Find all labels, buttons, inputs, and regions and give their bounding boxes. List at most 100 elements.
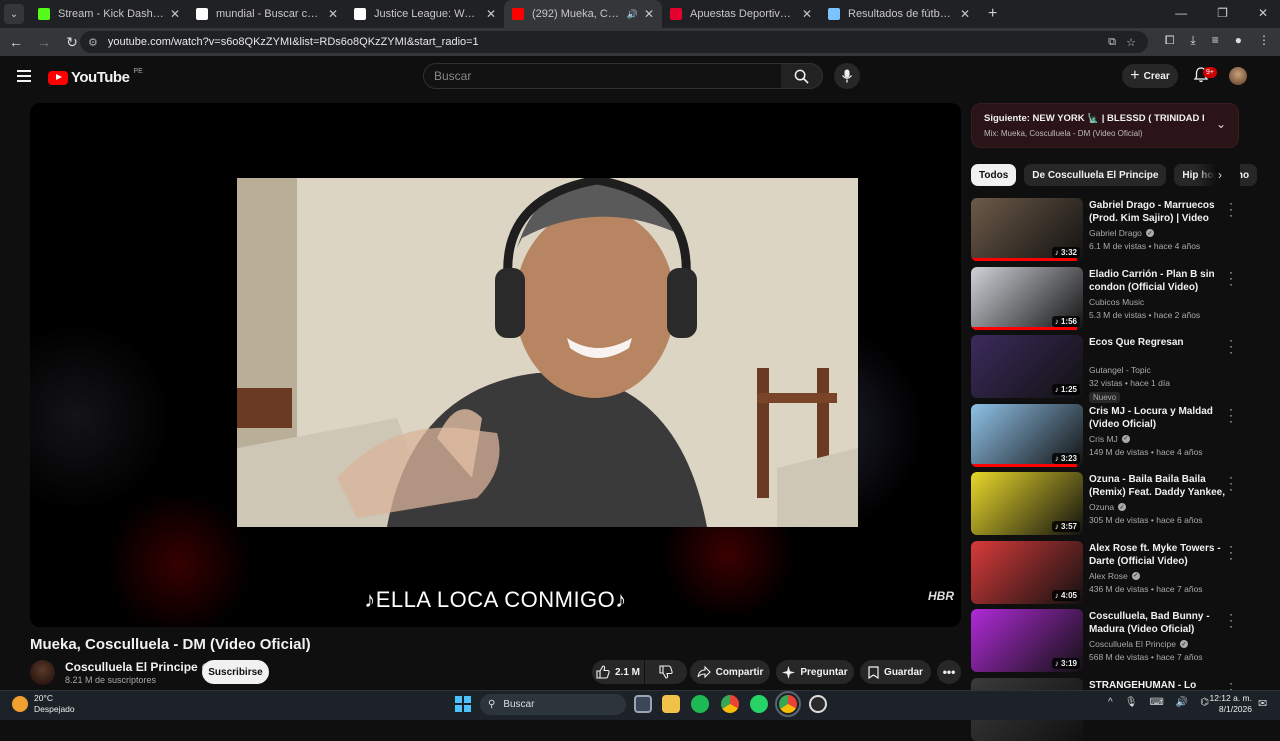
video-thumbnail[interactable]: ♪ 3:23 (971, 403, 1083, 467)
volume-icon[interactable]: 🔊 (1176, 697, 1188, 708)
close-tab-icon[interactable]: ✕ (644, 7, 654, 21)
video-thumbnail[interactable]: ♪ 3:57 (971, 472, 1083, 535)
create-button[interactable]: + Crear (1122, 64, 1178, 88)
close-tab-icon[interactable]: ✕ (960, 7, 970, 21)
channel-avatar[interactable] (30, 660, 55, 685)
browser-tab[interactable]: Stream - Kick Dashboard ✕ (30, 0, 188, 28)
notification-center-icon[interactable]: ✉ (1258, 697, 1267, 710)
tab-title: Stream - Kick Dashboard (58, 8, 164, 20)
file-explorer-icon[interactable] (662, 695, 680, 713)
taskbar-search-input[interactable]: ⚲ Buscar (480, 694, 626, 715)
duration-text: 1:56 (1060, 316, 1077, 326)
search-button[interactable] (781, 63, 823, 89)
browser-menu-icon[interactable]: ⋮ (1258, 33, 1270, 48)
spotify-icon[interactable] (691, 695, 709, 713)
recommendation-channel[interactable]: Ozuna ✓ (1089, 502, 1127, 512)
save-button[interactable]: Guardar (860, 660, 931, 684)
recommendation-channel[interactable]: Cosculluela El Principe ✓ (1089, 639, 1188, 649)
recommendation-item[interactable]: ♪ 1:25 Ecos Que Regresan Gutangel - Topic 3… (971, 334, 1241, 403)
tab-audio-icon[interactable]: 🔊 (627, 9, 638, 20)
bookmark-star-icon[interactable]: ☆ (1126, 36, 1136, 49)
recommendation-item[interactable]: ♪ 3:57 Ozuna - Baila Baila Baila (Remix) … (971, 471, 1241, 535)
recommendation-item[interactable]: ♪ 4:05 Alex Rose ft. Myke Towers - Darte … (971, 540, 1241, 604)
tab-search-icon[interactable]: ⌄ (4, 4, 24, 24)
close-tab-icon[interactable]: ✕ (486, 7, 496, 21)
chrome-active-icon[interactable] (775, 691, 801, 717)
more-vertical-icon[interactable]: ··· (1229, 403, 1233, 427)
recommendation-channel[interactable]: Alex Rose ✓ (1089, 571, 1140, 581)
recommendation-title: Cosculluela, Bad Bunny - Madura (Video O… (1089, 611, 1210, 635)
keyboard-icon[interactable]: ⌨ (1149, 697, 1163, 708)
chrome-icon[interactable] (721, 695, 739, 713)
video-thumbnail[interactable]: ♪ 3:19 (971, 609, 1083, 672)
recommendation-item[interactable]: ♪ 3:32 Gabriel Drago - Marruecos (Prod. K… (971, 197, 1241, 261)
taskbar-clock[interactable]: 12:12 a. m. 8/1/2026 (1206, 693, 1252, 715)
task-view-icon[interactable] (634, 695, 652, 713)
whatsapp-icon[interactable] (750, 695, 768, 713)
windows-start-icon[interactable] (455, 696, 471, 712)
recommendation-channel[interactable]: Cubicos Music (1089, 297, 1144, 307)
recommendation-channel[interactable]: Cris MJ ✓ (1089, 434, 1130, 444)
account-avatar[interactable] (1229, 67, 1247, 85)
betting-icon (670, 8, 682, 20)
share-button[interactable]: Compartir (690, 660, 770, 684)
recommendation-item[interactable]: ♪ 1:56 Eladio Carrión - Plan B sin condon… (971, 266, 1241, 330)
minimize-icon[interactable]: — (1175, 6, 1187, 20)
obs-icon[interactable] (809, 695, 827, 713)
recommendation-channel[interactable]: Gutangel - Topic (1089, 365, 1151, 375)
subscribe-button[interactable]: Suscribirse (202, 660, 269, 684)
video-thumbnail[interactable]: ♪ 1:56 (971, 266, 1083, 330)
more-vertical-icon[interactable]: ··· (1229, 471, 1233, 495)
more-vertical-icon[interactable]: ··· (1229, 608, 1233, 632)
more-vertical-icon[interactable]: ··· (1229, 266, 1233, 290)
up-next-panel[interactable]: Siguiente: NEW YORK 🗽 | BLESSD ( TRINIDA… (971, 103, 1239, 148)
dislike-button[interactable] (645, 660, 687, 684)
new-tab-icon[interactable]: + (988, 5, 997, 23)
close-tab-icon[interactable]: ✕ (802, 7, 812, 21)
video-thumbnail[interactable]: ♪ 1:25 (971, 335, 1083, 398)
show-hidden-icons-icon[interactable]: ^ (1108, 697, 1113, 708)
filter-chip[interactable]: Todos (971, 164, 1017, 186)
profile-icon[interactable]: ● (1235, 33, 1242, 48)
forward-icon[interactable]: → (32, 34, 56, 50)
video-thumbnail[interactable]: ♪ 3:32 (971, 198, 1083, 261)
microphone-tray-icon[interactable]: 🎙 (1125, 697, 1138, 708)
video-player[interactable]: ♪ELLA LOCA CONMIGO♪ HBR (30, 103, 961, 627)
browser-tab[interactable]: Justice League: War • HBO Max ✕ (346, 0, 504, 28)
browser-tab[interactable]: (292) Mueka, Cosculluela - 🔊 ✕ (504, 0, 662, 28)
browser-tab[interactable]: mundial - Buscar con Google ✕ (188, 0, 346, 28)
channel-name[interactable]: Cosculluela El Principe✓ (65, 660, 211, 674)
weather-widget[interactable]: 20°C Despejado (12, 693, 75, 715)
more-actions-button[interactable]: ••• (937, 660, 961, 684)
browser-tab[interactable]: Resultados de fútbol en vivo, M ✕ (820, 0, 978, 28)
channel-name-text: Cosculluela El Principe (65, 660, 198, 674)
downloads-icon[interactable]: ⤓ (1190, 33, 1195, 48)
video-thumbnail[interactable]: ♪ 4:05 (971, 540, 1083, 604)
address-bar[interactable]: ⚙ youtube.com/watch?v=s6o8QKzZYMI&list=R… (80, 31, 1148, 53)
close-tab-icon[interactable]: ✕ (170, 7, 180, 21)
restore-icon[interactable]: ❐ (1217, 6, 1228, 20)
filter-chip[interactable]: De Cosculluela El Principe (1024, 164, 1167, 186)
search-input[interactable]: Buscar (423, 63, 782, 89)
like-button[interactable]: 2.1 M (592, 660, 644, 684)
close-tab-icon[interactable]: ✕ (328, 7, 338, 21)
recommendation-item[interactable]: ♪ 3:19 Cosculluela, Bad Bunny - Madura (V… (971, 608, 1241, 672)
recommendation-channel[interactable]: Gabriel Drago ✓ (1089, 228, 1154, 238)
youtube-logo[interactable]: YouTube PE (48, 68, 143, 86)
recommendation-item[interactable]: ♪ 3:23 Cris MJ - Locura y Maldad (Video O… (971, 403, 1241, 467)
more-vertical-icon[interactable]: ··· (1229, 540, 1233, 564)
extensions-icon[interactable]: ⧠ (1165, 33, 1175, 48)
install-app-icon[interactable]: ⧉ (1108, 36, 1116, 49)
more-vertical-icon[interactable]: ··· (1229, 334, 1233, 358)
hamburger-menu-icon[interactable] (17, 70, 31, 85)
site-info-icon[interactable]: ⚙ (88, 36, 98, 49)
ask-button[interactable]: Preguntar (776, 660, 854, 684)
browser-tab[interactable]: Apuestas Deportivas Online | Ap ✕ (662, 0, 820, 28)
chevron-right-icon[interactable]: › (1218, 168, 1222, 182)
close-window-icon[interactable]: ✕ (1258, 6, 1268, 20)
reading-list-icon[interactable]: ≡ (1212, 33, 1219, 48)
back-icon[interactable]: ← (4, 34, 28, 50)
voice-search-button[interactable] (834, 63, 860, 89)
more-vertical-icon[interactable]: ··· (1229, 197, 1233, 221)
chevron-down-icon[interactable]: ⌄ (1216, 117, 1226, 131)
